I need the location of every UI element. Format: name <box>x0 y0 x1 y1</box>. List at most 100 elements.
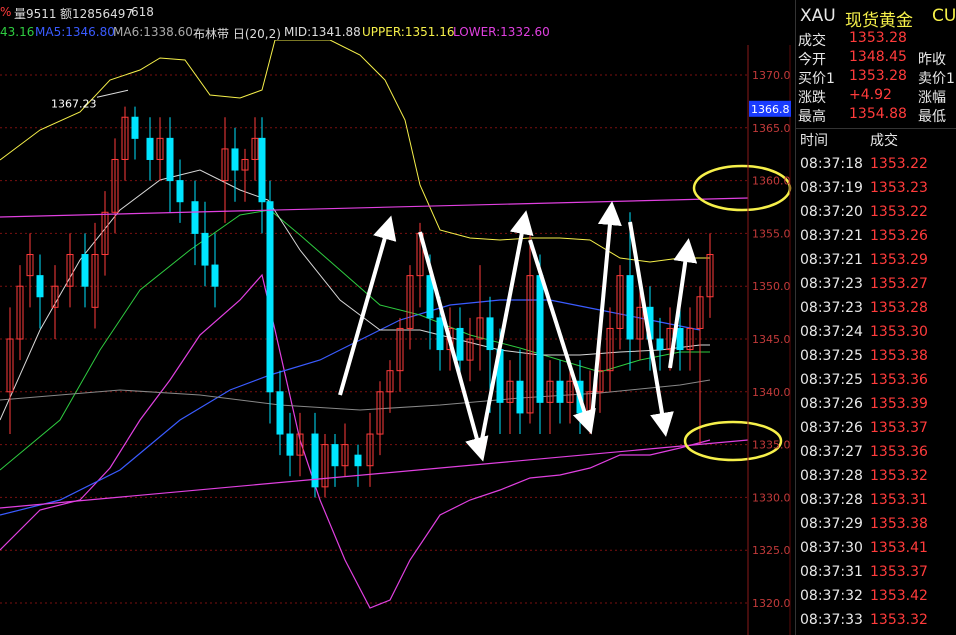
candles <box>6 106 714 498</box>
pct-fragment: % <box>0 5 12 19</box>
tick-time: 08:37:21 <box>800 252 863 268</box>
chart-header-stats: % 量9511 额12856497 618 <box>0 0 790 22</box>
candle-body <box>536 275 544 403</box>
ma5-line <box>0 299 701 516</box>
tick-row: 08:37:30 1353.41 <box>796 536 956 560</box>
ticks-time-header: 时间 <box>800 133 828 149</box>
tick-row: 08:37:21 1353.26 <box>796 224 956 248</box>
tick-time: 08:37:26 <box>800 396 863 412</box>
bid-value: 1353.28 <box>849 68 907 84</box>
tick-time: 08:37:25 <box>800 372 863 388</box>
symbol-name: 现货黄金 <box>845 11 913 31</box>
candle-body <box>211 264 219 287</box>
boll-lower-value: LOWER:1332.60 <box>453 25 550 39</box>
tick-price: 1353.22 <box>870 204 928 220</box>
tick-row: 08:37:25 1353.38 <box>796 344 956 368</box>
high-label: 最高 <box>798 109 826 125</box>
quote-row-high: 最高 1354.88 最低 <box>796 106 956 125</box>
y-tick-label: 1320.0 <box>752 597 791 610</box>
boll-lower-line <box>0 273 711 609</box>
tick-price: 1353.28 <box>870 300 928 316</box>
candle-body <box>276 391 284 435</box>
tick-row: 08:37:31 1353.37 <box>796 560 956 584</box>
tick-time: 08:37:18 <box>800 156 863 172</box>
tick-price: 1353.37 <box>870 420 928 436</box>
symbol-code: XAU <box>800 6 836 26</box>
high-annotation-label: 1367.23 <box>51 97 97 110</box>
candlestick-chart[interactable]: 1370.0 1365.0 1360.0 1355.0 1350.0 1345.0 1340… <box>0 40 795 635</box>
tick-row: 08:37:25 1353.36 <box>796 368 956 392</box>
tick-price: 1353.36 <box>870 444 928 460</box>
change-label: 涨跌 <box>798 90 826 106</box>
zigzag-arrows <box>338 201 698 462</box>
tick-row: 08:37:23 1353.28 <box>796 296 956 320</box>
candle-body <box>231 148 239 171</box>
y-tick-label: 1345.0 <box>752 333 791 346</box>
tick-time: 08:37:26 <box>800 420 863 436</box>
tick-row: 08:37:29 1353.38 <box>796 512 956 536</box>
tick-time: 08:37:30 <box>800 540 863 556</box>
candle-body <box>456 327 464 361</box>
ma5-value: MA5:1346.80 <box>35 25 115 39</box>
tick-time: 08:37:28 <box>800 468 863 484</box>
candle-body <box>266 201 274 393</box>
tick-price: 1353.31 <box>870 492 928 508</box>
tick-time: 08:37:25 <box>800 348 863 364</box>
tick-time: 08:37:28 <box>800 492 863 508</box>
amount-label: 额12856497 <box>60 7 134 21</box>
tick-time: 08:37:31 <box>800 564 863 580</box>
quote-row-change: 涨跌 +4.92 涨幅 <box>796 87 956 106</box>
indicator-legend: 43.16 MA5:1346.80 MA6:1338.60 布林带 日(20,2… <box>0 22 790 42</box>
zigzag-arrow <box>628 221 674 437</box>
candle-body <box>676 327 684 351</box>
tick-price: 1353.27 <box>870 276 928 292</box>
tick-price: 1353.32 <box>870 468 928 484</box>
resistance-highlight-circle <box>692 164 792 212</box>
tick-price: 1353.38 <box>870 516 928 532</box>
candle-body <box>81 254 89 287</box>
y-tick-label: 1335.0 <box>752 439 791 452</box>
low-label: 最低 <box>918 109 946 125</box>
current-price-label: 1366.8 <box>751 103 790 116</box>
candle-body <box>656 338 664 351</box>
deal-label: 成交 <box>798 33 826 49</box>
change-value: +4.92 <box>849 87 892 103</box>
tick-row: 08:37:19 1353.23 <box>796 176 956 200</box>
ma6-value: MA6:1338.60 <box>113 25 193 39</box>
candle-body <box>486 317 494 351</box>
tick-time: 08:37:32 <box>800 588 863 604</box>
tick-time: 08:37:20 <box>800 204 863 220</box>
tick-row: 08:37:21 1353.29 <box>796 248 956 272</box>
quote-row-deal: 成交 1353.28 <box>796 30 956 49</box>
deal-value: 1353.28 <box>849 30 907 46</box>
zigzag-arrow <box>338 215 397 396</box>
volume-label: 量9511 <box>14 7 57 21</box>
candle-body <box>146 137 154 160</box>
open-label: 今开 <box>798 52 826 68</box>
y-tick-label: 1355.0 <box>752 227 791 240</box>
y-tick-label: 1350.0 <box>752 280 791 293</box>
tick-time: 08:37:27 <box>800 444 863 460</box>
tick-price: 1353.26 <box>870 228 928 244</box>
open-value: 1348.45 <box>849 49 907 65</box>
y-tick-label: 1325.0 <box>752 544 791 557</box>
ticks-header: 时间 成交 <box>796 128 956 149</box>
tick-row: 08:37:23 1353.27 <box>796 272 956 296</box>
tick-row: 08:37:28 1353.31 <box>796 488 956 512</box>
candle-body <box>286 433 294 456</box>
high-value: 1354.88 <box>849 106 907 122</box>
tick-row: 08:37:32 1353.42 <box>796 584 956 608</box>
tick-time: 08:37:29 <box>800 516 863 532</box>
candle-body <box>201 232 209 266</box>
tick-price: 1353.39 <box>870 396 928 412</box>
tick-price: 1353.42 <box>870 588 928 604</box>
trend-lines <box>0 164 792 509</box>
candle-body <box>258 137 266 203</box>
candle-body <box>436 317 444 351</box>
quote-panel: XAU 现货黄金 CU 成交 1353.28 今开 1348.45 昨收 买价1… <box>795 0 956 635</box>
candle-body <box>191 201 199 234</box>
ma-first-value: 43.16 <box>0 25 35 39</box>
y-tick-label: 1330.0 <box>752 491 791 504</box>
tick-time: 08:37:24 <box>800 324 863 340</box>
zigzag-arrow <box>668 238 698 369</box>
